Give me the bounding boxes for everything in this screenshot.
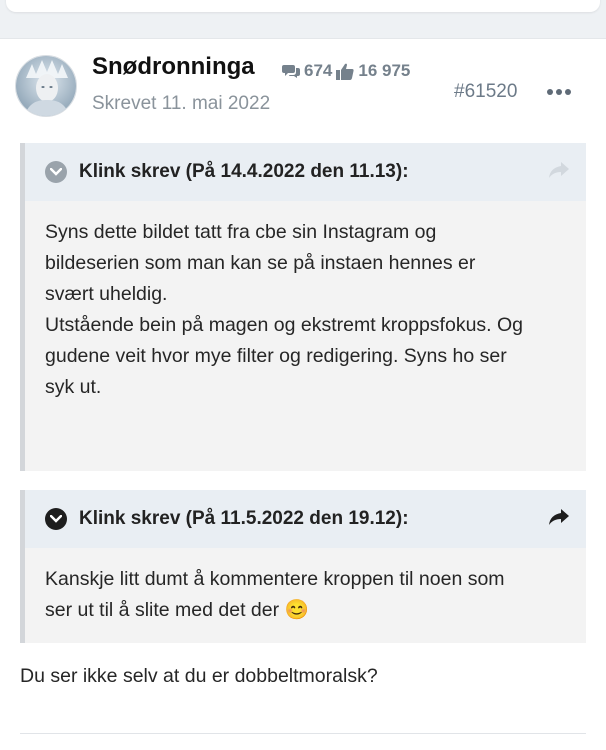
quote-text: Syns dette bildet tatt fra cbe sin Insta… — [25, 201, 586, 403]
quote-line: Utstående bein på magen og ekstremt krop… — [45, 314, 524, 336]
forum-post: Snødronninga 674 16 975 Skrevet 11. mai … — [0, 38, 606, 750]
avatar[interactable] — [15, 55, 77, 117]
quote-author-link[interactable]: Klink skrev (På 14.4.2022 den 11.13): — [79, 161, 409, 183]
likes-count: 16 975 — [358, 61, 411, 80]
quote-line: ser ut til å slite med det der 😊 — [45, 599, 309, 621]
comments-count: 674 — [304, 61, 333, 80]
post-number-link[interactable]: #61520 — [454, 81, 517, 103]
share-arrow-icon[interactable] — [548, 508, 570, 531]
previous-post-card — [6, 0, 600, 12]
quote-header: Klink skrev (På 11.5.2022 den 19.12): — [25, 490, 586, 548]
divider — [20, 733, 586, 734]
quote-header: Klink skrev (På 14.4.2022 den 11.13): — [25, 143, 586, 201]
quote-line: Kanskje litt dumt å kommentere kroppen t… — [45, 568, 505, 590]
quote-line: Syns dette bildet tatt fra cbe sin Insta… — [45, 221, 437, 243]
author-name[interactable]: Snødronninga — [92, 53, 255, 81]
chevron-down-circle-icon[interactable] — [45, 508, 67, 530]
comment-bubbles-icon — [282, 63, 300, 79]
post-date: Skrevet 11. mai 2022 — [92, 93, 271, 114]
thumbs-up-icon — [336, 63, 354, 80]
quote-block: Klink skrev (På 14.4.2022 den 11.13): Sy… — [20, 143, 586, 471]
quote-line: svært uheldig. — [45, 283, 168, 305]
post-body-text: Du ser ikke selv at du er dobbeltmoralsk… — [20, 665, 378, 687]
share-arrow-icon[interactable] — [548, 161, 570, 184]
author-stats: 674 16 975 — [282, 61, 410, 81]
quote-text: Kanskje litt dumt å kommentere kroppen t… — [25, 548, 586, 626]
chevron-down-circle-icon[interactable] — [45, 161, 67, 183]
quote-line: gudene veit hvor mye filter og redigerin… — [45, 345, 507, 367]
more-dots-icon[interactable] — [547, 89, 571, 95]
quote-block: Klink skrev (På 11.5.2022 den 19.12): Ka… — [20, 490, 586, 643]
quote-line: bildeserien som man kan se på instaen he… — [45, 252, 476, 274]
quote-author-link[interactable]: Klink skrev (På 11.5.2022 den 19.12): — [79, 508, 409, 530]
quote-line: syk ut. — [45, 376, 102, 398]
